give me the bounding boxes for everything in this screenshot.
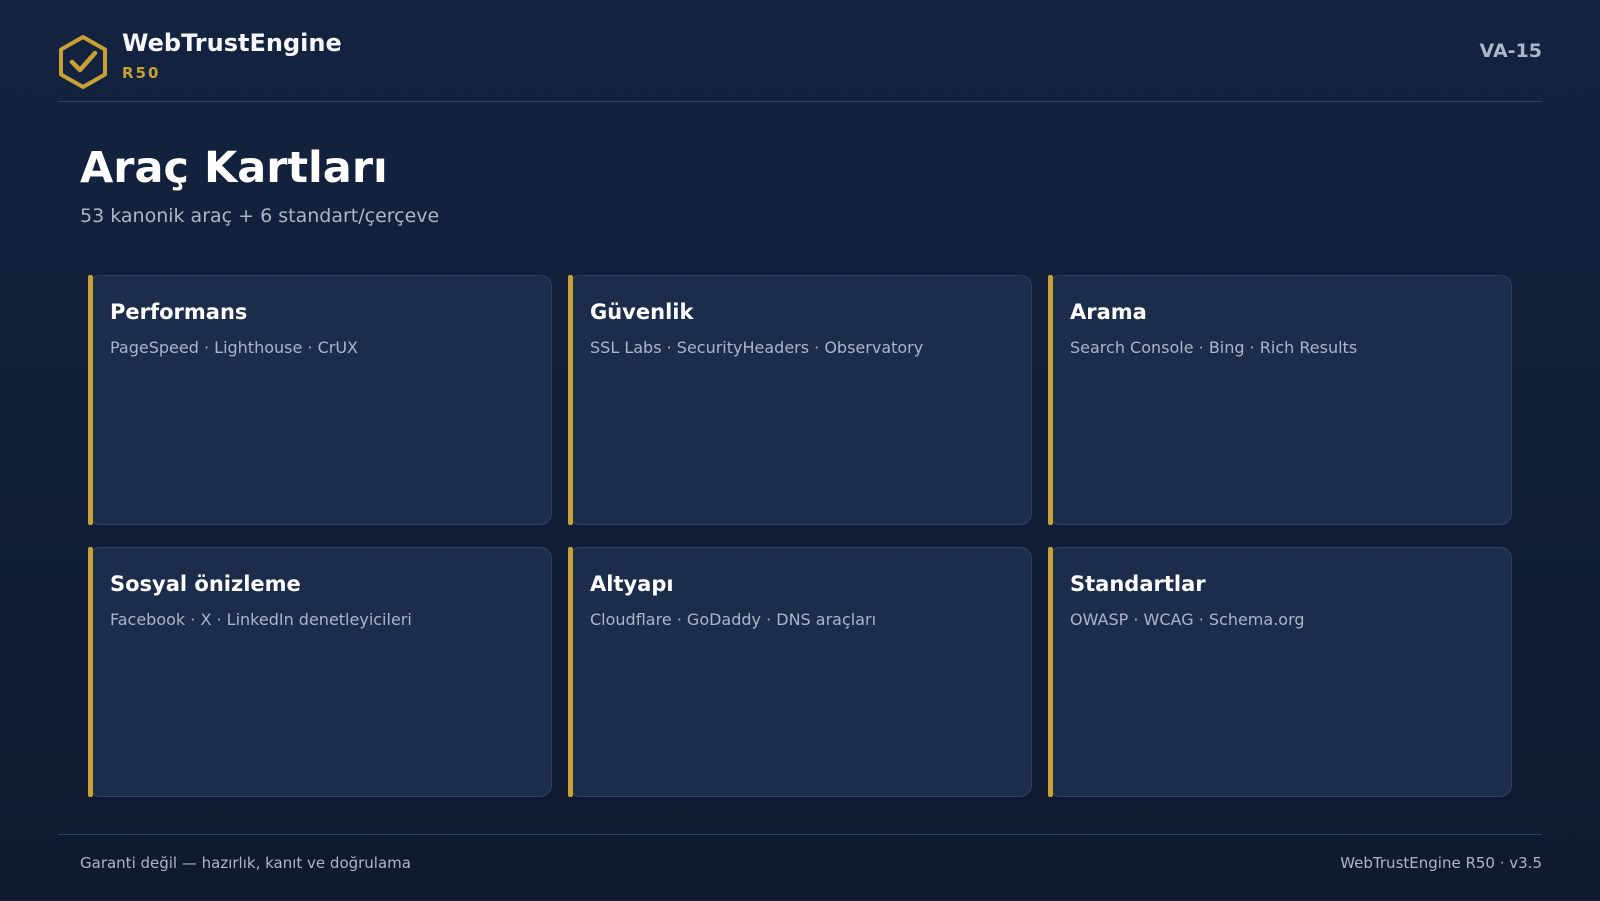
tool-card-standards: Standartlar OWASP · WCAG · Schema.org bbox=[1048, 547, 1512, 797]
brand-version: R50 bbox=[122, 64, 161, 82]
card-tools: Facebook · X · LinkedIn denetleyicileri bbox=[110, 610, 412, 629]
card-accent-bar bbox=[1048, 275, 1053, 525]
tool-card-performance: Performans PageSpeed · Lighthouse · CrUX bbox=[88, 275, 552, 525]
footer-disclaimer: Garanti değil — hazırlık, kanıt ve doğru… bbox=[80, 854, 411, 872]
card-title: Sosyal önizleme bbox=[110, 572, 301, 596]
card-tools: Search Console · Bing · Rich Results bbox=[1070, 338, 1358, 357]
card-tools: PageSpeed · Lighthouse · CrUX bbox=[110, 338, 359, 357]
card-title: Standartlar bbox=[1070, 572, 1206, 596]
card-title: Performans bbox=[110, 300, 248, 324]
card-accent-bar bbox=[568, 547, 573, 797]
brand-name: WebTrustEngine bbox=[122, 29, 342, 57]
tool-card-social-preview: Sosyal önizleme Facebook · X · LinkedIn … bbox=[88, 547, 552, 797]
card-tools: OWASP · WCAG · Schema.org bbox=[1070, 610, 1305, 629]
card-tools: SSL Labs · SecurityHeaders · Observatory bbox=[590, 338, 924, 357]
tool-card-security: Güvenlik SSL Labs · SecurityHeaders · Ob… bbox=[568, 275, 1032, 525]
header: WebTrustEngine R50 VA-15 bbox=[58, 0, 1542, 102]
card-accent-bar bbox=[568, 275, 573, 525]
slide-code: VA-15 bbox=[1479, 40, 1542, 62]
card-accent-bar bbox=[88, 275, 93, 525]
hexagon-check-icon bbox=[59, 35, 107, 89]
page-title: Araç Kartları bbox=[80, 143, 388, 193]
card-title: Güvenlik bbox=[590, 300, 694, 324]
page-subtitle: 53 kanonik araç + 6 standart/çerçeve bbox=[80, 205, 440, 227]
card-tools: Cloudflare · GoDaddy · DNS araçları bbox=[590, 610, 877, 629]
card-title: Arama bbox=[1070, 300, 1147, 324]
footer-version: WebTrustEngine R50 · v3.5 bbox=[1340, 854, 1542, 872]
card-title: Altyapı bbox=[590, 572, 674, 596]
card-accent-bar bbox=[1048, 547, 1053, 797]
footer: Garanti değil — hazırlık, kanıt ve doğru… bbox=[58, 834, 1542, 901]
tool-card-infrastructure: Altyapı Cloudflare · GoDaddy · DNS araçl… bbox=[568, 547, 1032, 797]
card-accent-bar bbox=[88, 547, 93, 797]
tool-card-search: Arama Search Console · Bing · Rich Resul… bbox=[1048, 275, 1512, 525]
